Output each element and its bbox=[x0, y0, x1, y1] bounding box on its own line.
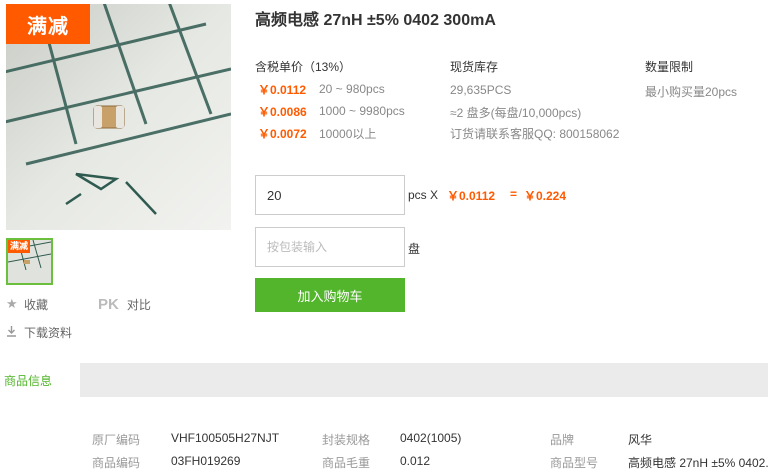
spec-label: 商品编码 bbox=[92, 456, 141, 469]
unit-price: ￥0.0112 bbox=[447, 189, 496, 203]
price-tier-2: ￥0.0086 1000 ~ 9980pcs bbox=[258, 100, 405, 122]
product-main-image[interactable]: 满减 bbox=[6, 4, 231, 230]
price-tier-1: ￥0.0112 20 ~ 980pcs bbox=[258, 78, 385, 100]
stock-reels: ≈2 盘多(每盘/10,000pcs) bbox=[450, 106, 582, 120]
promo-badge: 满减 bbox=[6, 4, 90, 44]
tab-product-info[interactable]: 商品信息 bbox=[0, 363, 80, 397]
tier-range: 20 ~ 980pcs bbox=[319, 82, 385, 96]
quantity-input[interactable] bbox=[255, 175, 405, 215]
min-purchase: 最小购买量20pcs bbox=[645, 85, 738, 99]
pack-unit-label: 盘 bbox=[408, 242, 421, 256]
spec-label: 商品型号 bbox=[550, 456, 599, 469]
detail-tabbar: 商品信息 bbox=[0, 363, 768, 397]
stock-quantity: 29,635PCS bbox=[450, 83, 512, 97]
spec-label: 商品毛重 bbox=[322, 456, 371, 469]
side-actions: ★ 收藏 PK 对比 下载资料 bbox=[6, 294, 151, 342]
spec-value: VHF100505H27NJT bbox=[171, 431, 280, 445]
compare-label[interactable]: 对比 bbox=[127, 296, 151, 313]
add-to-cart-button[interactable]: 加入购物车 bbox=[255, 278, 405, 312]
product-title: 高频电感 27nH ±5% 0402 300mA bbox=[255, 12, 496, 29]
download-icon bbox=[6, 325, 20, 340]
pk-icon[interactable]: PK bbox=[98, 296, 119, 313]
spec-value: 03FH019269 bbox=[171, 454, 241, 468]
price-header: 含税单价（13%） bbox=[255, 60, 352, 74]
pcs-x-label: pcs X bbox=[408, 188, 439, 202]
tier-range: 1000 ~ 9980pcs bbox=[319, 104, 405, 118]
download-label: 下载资料 bbox=[24, 325, 73, 340]
spec-value: 0.012 bbox=[400, 454, 431, 468]
favorite-label: 收藏 bbox=[24, 297, 49, 312]
download-action[interactable]: 下载资料 bbox=[6, 322, 151, 342]
spec-value: 风华 bbox=[628, 433, 653, 447]
tier-price: ￥0.0086 bbox=[258, 104, 307, 119]
equals-sign: = bbox=[510, 187, 518, 201]
stock-header: 现货库存 bbox=[450, 60, 499, 74]
limit-header: 数量限制 bbox=[645, 60, 694, 74]
tier-price: ￥0.0072 bbox=[258, 126, 307, 141]
spec-label: 封装规格 bbox=[322, 433, 371, 447]
favorite-action[interactable]: ★ 收藏 PK 对比 bbox=[6, 294, 151, 314]
spec-value: 高频电感 27nH ±5% 0402... bbox=[628, 456, 768, 469]
thumb-promo-badge: 满减 bbox=[8, 240, 31, 253]
stock-contact: 订货请联系客服QQ: 800158062 bbox=[450, 127, 620, 141]
spec-value: 0402(1005) bbox=[400, 431, 462, 445]
product-thumbnail[interactable]: 满减 bbox=[6, 238, 53, 285]
price-tier-3: ￥0.0072 10000以上 bbox=[258, 122, 376, 144]
total-price: ￥0.224 bbox=[524, 189, 567, 203]
tier-price: ￥0.0112 bbox=[258, 82, 307, 97]
pack-quantity-input[interactable] bbox=[255, 227, 405, 267]
spec-label: 原厂编码 bbox=[92, 433, 141, 447]
star-icon: ★ bbox=[6, 296, 18, 311]
spec-label: 品牌 bbox=[550, 433, 575, 447]
tier-range: 10000以上 bbox=[319, 126, 377, 141]
